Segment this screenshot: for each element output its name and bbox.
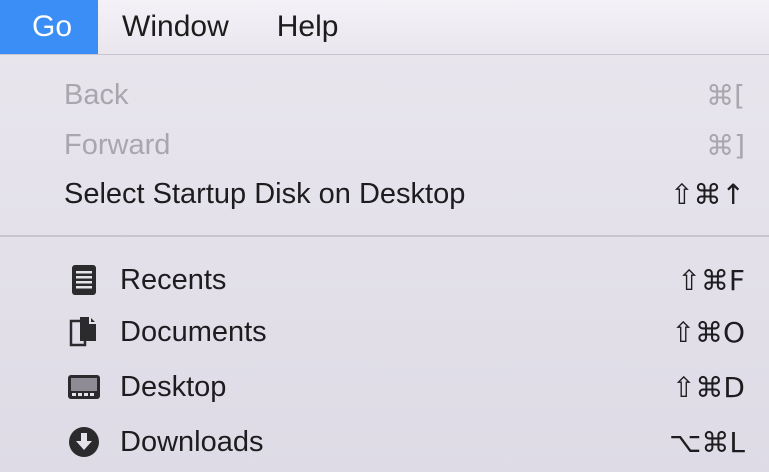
- menu-item-desktop[interactable]: Desktop ⇧⌘D: [0, 362, 769, 412]
- documents-icon: [64, 312, 104, 352]
- menubar-go-label: Go: [32, 10, 73, 43]
- menu-item-downloads[interactable]: Downloads ⌥⌘L: [0, 417, 769, 467]
- desktop-icon: [64, 367, 104, 407]
- menu-item-recents-label: Recents: [120, 263, 227, 296]
- menubar-window[interactable]: Window: [98, 0, 253, 54]
- menu-bar: Go Window Help: [0, 0, 769, 55]
- menu-item-select-startup-disk-shortcut: ⇧⌘↑: [670, 177, 745, 211]
- go-menu-dropdown: Back ⌘[ Forward ⌘] Select Startup Disk o…: [0, 55, 769, 472]
- menu-item-back[interactable]: Back ⌘[: [0, 70, 769, 120]
- menubar-help-label: Help: [276, 10, 339, 43]
- downloads-icon: [64, 422, 104, 462]
- menu-item-downloads-shortcut: ⌥⌘L: [669, 425, 745, 459]
- menu-item-back-shortcut: ⌘[: [706, 78, 745, 112]
- recents-icon: [64, 260, 104, 300]
- menu-item-recents[interactable]: Recents ⇧⌘F: [0, 255, 769, 305]
- menu-item-forward[interactable]: Forward ⌘]: [0, 120, 769, 170]
- menu-item-select-startup-disk-label: Select Startup Disk on Desktop: [64, 177, 466, 210]
- menu-item-forward-label: Forward: [64, 128, 171, 161]
- menu-item-select-startup-disk[interactable]: Select Startup Disk on Desktop ⇧⌘↑: [0, 169, 769, 219]
- menu-separator: [0, 235, 769, 237]
- menu-item-downloads-label: Downloads: [120, 425, 264, 458]
- menu-item-documents-label: Documents: [120, 315, 267, 348]
- menu-item-back-label: Back: [64, 78, 129, 111]
- menu-item-recents-shortcut: ⇧⌘F: [677, 263, 745, 297]
- menu-item-desktop-label: Desktop: [120, 370, 227, 403]
- menubar-help[interactable]: Help: [253, 0, 363, 54]
- menu-item-forward-shortcut: ⌘]: [706, 128, 745, 162]
- menu-item-documents[interactable]: Documents ⇧⌘O: [0, 307, 769, 357]
- menu-item-desktop-shortcut: ⇧⌘D: [671, 370, 745, 404]
- menubar-go[interactable]: Go: [0, 0, 99, 54]
- menubar-window-label: Window: [122, 10, 229, 43]
- menu-item-documents-shortcut: ⇧⌘O: [671, 315, 746, 349]
